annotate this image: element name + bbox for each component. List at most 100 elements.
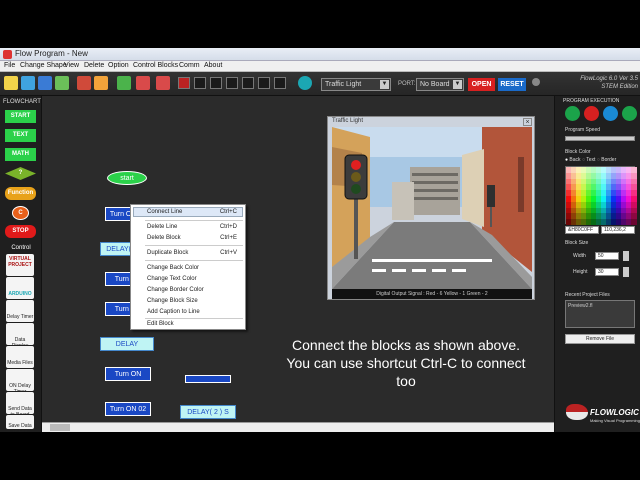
turn-on-block[interactable]: Turn ON 02 <box>105 402 151 416</box>
simulation-select[interactable]: Traffic Light ▼ <box>321 78 391 91</box>
logo-subtext: Making Visual Programming <box>590 418 640 423</box>
menu-item-delete-line[interactable]: Delete Line Ctrl+D <box>147 224 243 230</box>
palette-title: FLOWCHART <box>3 99 41 105</box>
window-title: Flow Program - New <box>15 49 88 58</box>
port-label: PORT: <box>398 81 416 87</box>
arduino-tool[interactable]: ARDUINO <box>6 277 34 299</box>
menu-delete[interactable]: Delete <box>84 62 104 69</box>
monitor-icon[interactable] <box>210 77 222 89</box>
board-select[interactable]: No Board ▼ <box>416 78 464 91</box>
hex-color-field[interactable]: &H80C0FF <box>565 226 599 234</box>
menu-comm[interactable]: Comm <box>179 62 200 69</box>
grid-icon[interactable] <box>258 77 270 89</box>
send-data-tool[interactable]: Send Data to Board <box>6 392 34 418</box>
menu-item-change-text-color[interactable]: Change Text Color <box>147 276 243 282</box>
recent-files-list[interactable]: Preview2.fl <box>565 300 635 328</box>
border-option[interactable]: Border <box>601 157 616 163</box>
caption-line: You can use shortcut Ctrl-C to connect <box>286 355 526 371</box>
turn-on-block[interactable]: Turn ON <box>105 367 151 381</box>
menu-item-add-caption[interactable]: Add Caption to Line <box>147 309 243 315</box>
text-option[interactable]: Text <box>586 157 595 163</box>
pause-icon[interactable] <box>603 106 618 121</box>
chevron-down-icon: ▼ <box>380 80 389 89</box>
palette-connector-block[interactable]: C <box>12 206 29 220</box>
virtual-project-tool[interactable]: VIRTUAL PROJECT <box>6 254 34 276</box>
title-bar: Flow Program - New <box>0 48 640 61</box>
height-stepper[interactable] <box>623 267 629 277</box>
wand-icon[interactable] <box>77 76 91 90</box>
menu-item-connect-line[interactable]: Connect Line Ctrl+C <box>147 209 243 215</box>
delay-block[interactable]: DELAY( 2 ) S <box>180 405 236 419</box>
width-stepper[interactable] <box>623 251 629 261</box>
simulation-select-value: Traffic Light <box>325 81 362 88</box>
width-field[interactable]: 50 <box>595 252 619 260</box>
line-icon[interactable] <box>117 76 131 90</box>
menu-item-shortcut: Ctrl+C <box>219 209 237 215</box>
stop-icon[interactable] <box>584 106 599 121</box>
speed-slider[interactable] <box>565 136 635 141</box>
delete-line-icon[interactable] <box>156 76 170 90</box>
menu-change-shape[interactable]: Change Shape <box>20 62 67 69</box>
menu-item-change-block-size[interactable]: Change Block Size <box>147 298 243 304</box>
recent-file-item[interactable]: Preview2.fl <box>568 303 592 309</box>
timer-icon[interactable] <box>226 77 238 89</box>
on-delay-timer-tool[interactable]: ON Delay Timer <box>6 369 34 395</box>
step-icon[interactable] <box>622 106 637 121</box>
scroll-thumb[interactable] <box>50 424 70 431</box>
block-edge[interactable] <box>185 375 231 383</box>
display-icon[interactable] <box>242 77 254 89</box>
remove-file-button[interactable]: Remove File <box>565 334 635 344</box>
start-block[interactable]: start <box>107 171 147 185</box>
menu-about[interactable]: About <box>204 62 222 69</box>
play-icon[interactable] <box>565 106 580 121</box>
close-icon[interactable]: × <box>523 118 532 126</box>
color-palette[interactable] <box>565 166 637 226</box>
rgb-color-field[interactable]: 110,236,2 <box>601 226 635 234</box>
delay-timer-tool[interactable]: Delay Timer <box>6 300 34 322</box>
save-data-tool[interactable]: Save Data to File <box>6 415 34 432</box>
app-window: Flow Program - New File Change Shape Vie… <box>0 48 640 432</box>
menu-item-change-border-color[interactable]: Change Border Color <box>147 287 243 293</box>
palette-stop-block[interactable]: STOP <box>5 225 36 238</box>
menu-item-edit-block[interactable]: Edit Block <box>147 321 243 327</box>
execution-title: PROGRAM EXECUTION <box>563 98 620 104</box>
step-icon[interactable] <box>194 77 206 89</box>
palette-decision-block[interactable]: ? <box>5 167 36 180</box>
reset-button[interactable]: RESET <box>498 78 526 91</box>
delete-block-icon[interactable] <box>136 76 150 90</box>
block-size-label: Block Size <box>565 240 589 246</box>
menu-item-delete-block[interactable]: Delete Block Ctrl+E <box>147 235 243 241</box>
palette-text-block[interactable]: TEXT <box>5 129 36 142</box>
delay-block[interactable]: DELAY <box>100 337 154 351</box>
menu-option[interactable]: Option <box>108 62 129 69</box>
media-files-tool[interactable]: Media Files <box>6 346 34 368</box>
chart-icon[interactable] <box>274 77 286 89</box>
menu-item-change-back-color[interactable]: Change Back Color <box>147 265 243 271</box>
height-field[interactable]: 30 <box>595 268 619 276</box>
arrow-up-icon[interactable] <box>94 76 108 90</box>
color-swatch[interactable] <box>631 219 637 226</box>
open-file-icon[interactable] <box>21 76 35 90</box>
open-button[interactable]: OPEN <box>468 78 495 91</box>
canvas-scrollbar[interactable] <box>42 422 554 432</box>
caption-line: Connect the blocks as shown above. <box>291 337 521 353</box>
flowlogic-logo: FLOWLOGIC Making Visual Programming <box>560 400 640 428</box>
palette-function-block[interactable]: Function <box>5 187 36 200</box>
menu-item-label: Delete Line <box>147 224 178 230</box>
data-display-tool[interactable]: Data Display <box>6 323 34 349</box>
palette-start-block[interactable]: START <box>5 110 36 123</box>
run-icon[interactable] <box>178 77 190 89</box>
color-target-options[interactable]: ● Back ○ Text ○ Border <box>565 157 616 163</box>
new-file-icon[interactable] <box>4 76 18 90</box>
menu-view[interactable]: View <box>64 62 79 69</box>
menu-file[interactable]: File <box>4 62 15 69</box>
menu-control-blocks[interactable]: Control Blocks <box>133 62 178 69</box>
menu-item-duplicate-block[interactable]: Duplicate Block Ctrl+V <box>147 250 243 256</box>
right-panel: PROGRAM EXECUTION Program Speed Block Co… <box>554 96 640 432</box>
save-as-icon[interactable] <box>55 76 69 90</box>
arduino-icon[interactable] <box>298 76 312 90</box>
back-option[interactable]: Back <box>569 157 580 163</box>
tutorial-caption: Connect the blocks as shown above. You c… <box>256 336 556 390</box>
palette-math-block[interactable]: MATH <box>5 148 36 161</box>
save-file-icon[interactable] <box>38 76 52 90</box>
